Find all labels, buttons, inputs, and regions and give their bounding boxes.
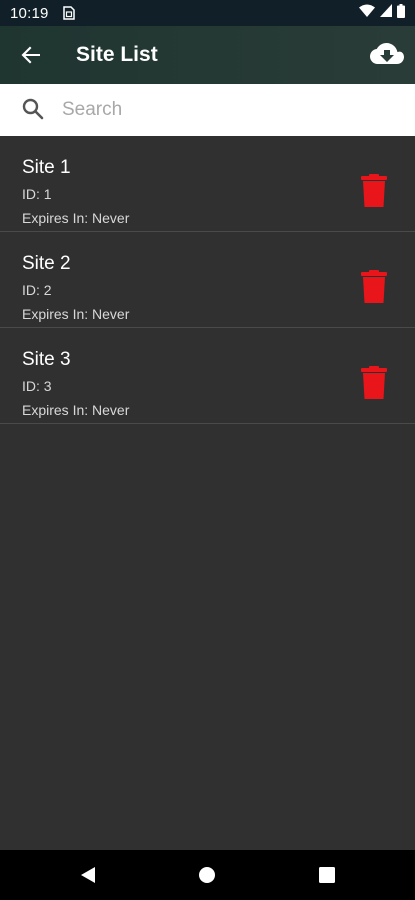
search-bar [0,84,415,136]
trash-icon [361,365,387,399]
search-input[interactable] [60,98,384,122]
site-id: ID: 3 [22,378,52,394]
nav-back-icon [81,867,95,883]
site-id: ID: 1 [22,186,52,202]
nav-home-button[interactable] [197,865,217,885]
arrow-back-icon [21,46,40,64]
cell-signal-icon [380,4,392,22]
delete-site-button[interactable] [359,172,389,208]
delete-site-button[interactable] [359,364,389,400]
app-screen: 10:19 Site List Search Site 1 ID: 1 Expi… [0,0,415,900]
search-icon [22,98,46,122]
trash-icon [361,173,387,207]
cloud-download-icon [370,43,404,64]
back-button[interactable] [16,40,46,70]
site-name: Site 2 [22,253,71,274]
site-expires: Expires In: Never [22,402,130,418]
nav-back-button[interactable] [78,865,98,885]
site-list-item[interactable]: Site 2 ID: 2 Expires In: Never [0,232,415,328]
wifi-icon [359,4,375,22]
site-list: Site 1 ID: 1 Expires In: Never Site 2 ID… [0,136,415,424]
site-expires: Expires In: Never [22,210,130,226]
trash-icon [361,269,387,303]
site-name: Site 1 [22,157,71,178]
status-bar: 10:19 [0,0,415,26]
battery-icon [397,3,405,23]
site-name: Site 3 [22,349,71,370]
site-list-item[interactable]: Site 1 ID: 1 Expires In: Never [0,136,415,232]
page-title: Site List [76,43,158,66]
nav-recents-icon [319,867,335,883]
site-expires: Expires In: Never [22,306,130,322]
nav-home-icon [199,867,215,883]
delete-site-button[interactable] [359,268,389,304]
sim-card-icon [62,6,77,20]
system-nav-bar [0,850,415,900]
app-bar: Site List [0,26,415,84]
site-list-item[interactable]: Site 3 ID: 3 Expires In: Never [0,328,415,424]
site-id: ID: 2 [22,282,52,298]
status-time: 10:19 [10,4,49,22]
cloud-download-button[interactable] [367,35,407,75]
nav-recents-button[interactable] [317,865,337,885]
